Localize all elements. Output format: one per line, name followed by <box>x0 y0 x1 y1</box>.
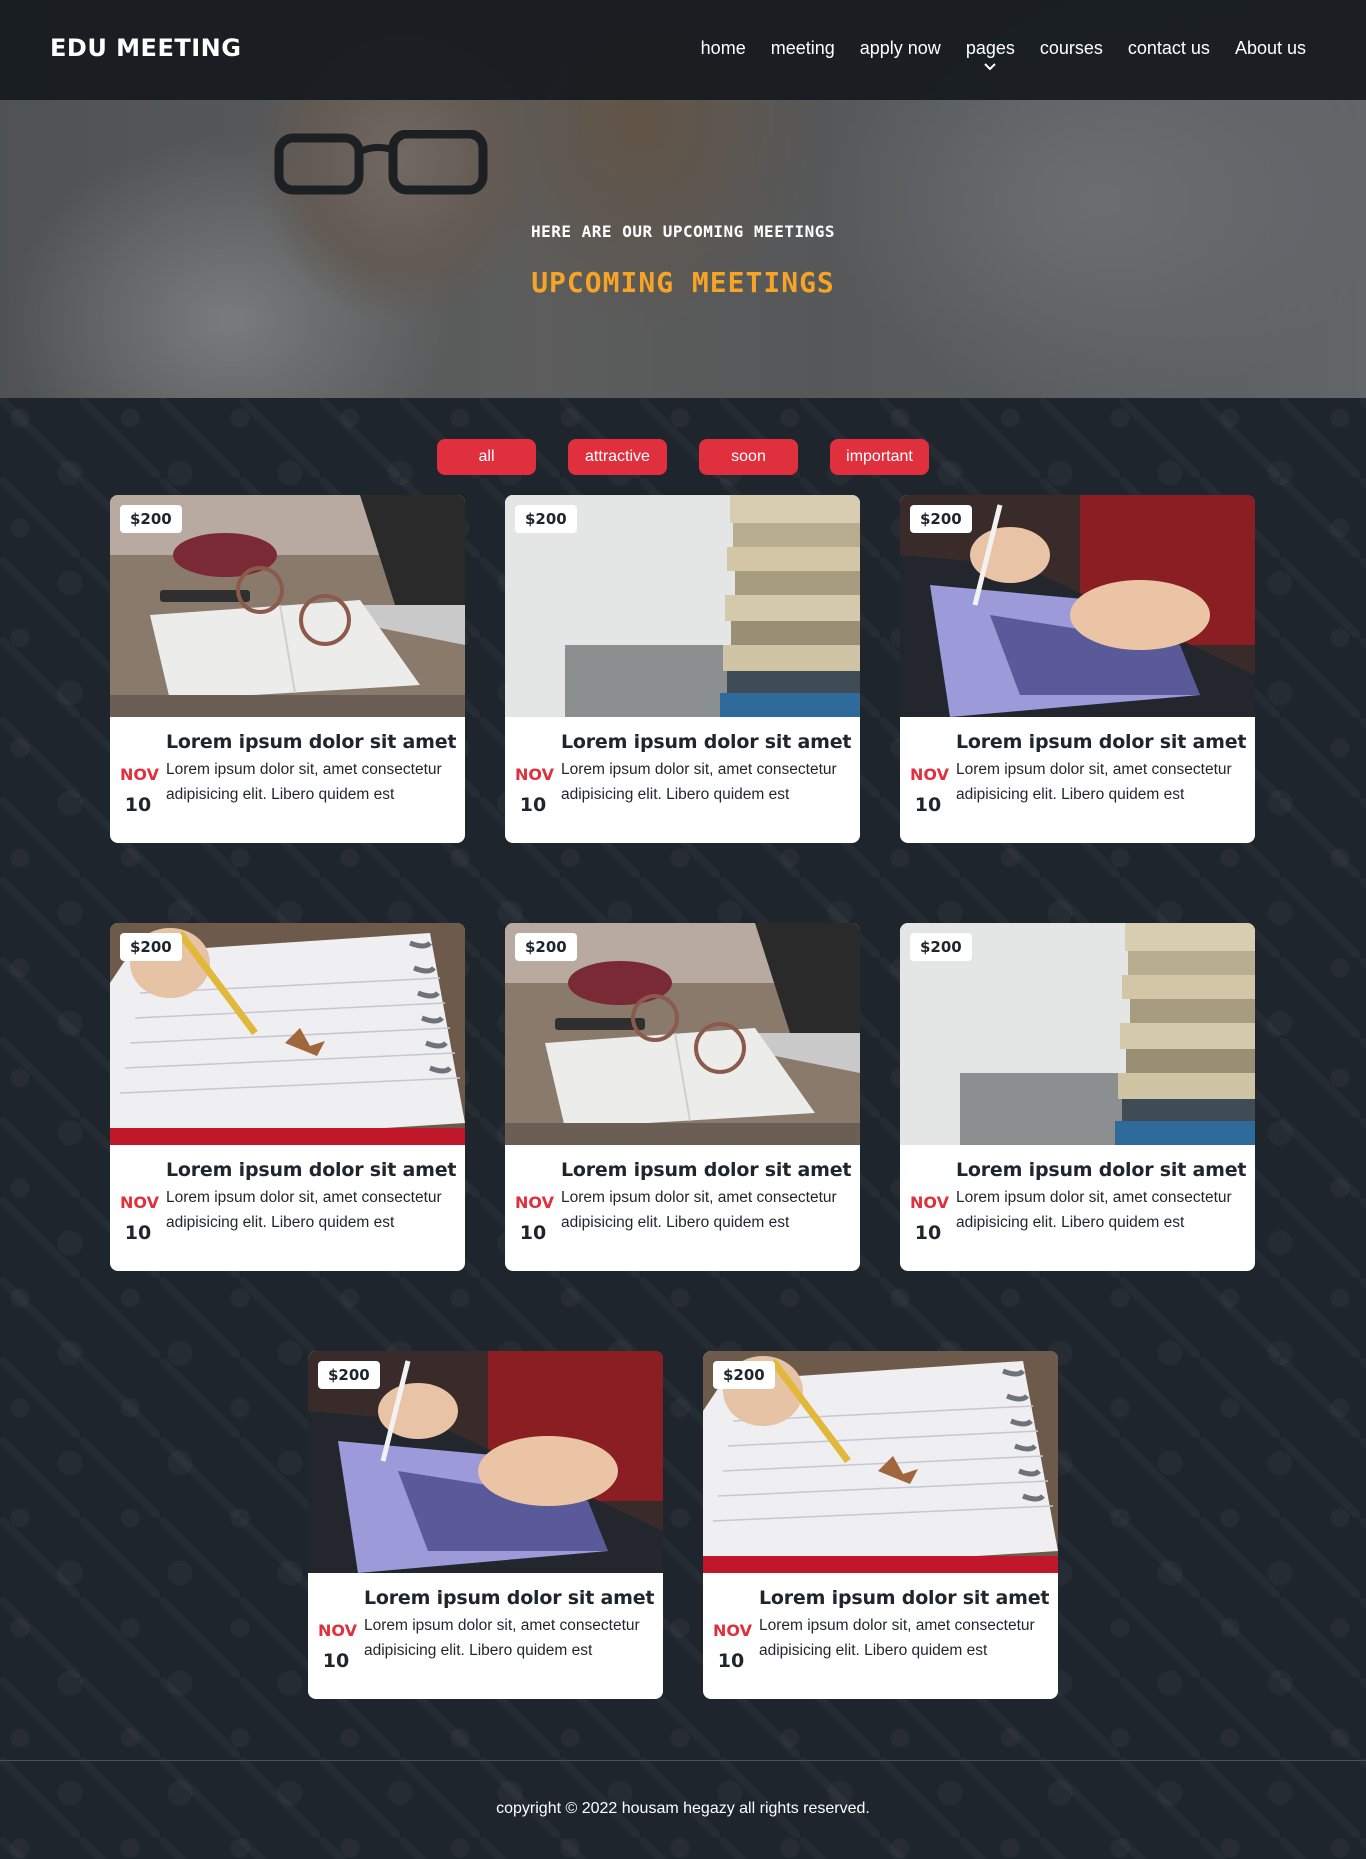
meeting-card[interactable]: $200 NOV 10 Lorem ipsum dolor sit amet Lorem… <box>703 1351 1058 1699</box>
meeting-description: Lorem ipsum dolor sit, amet consectetur … <box>561 761 837 803</box>
meeting-card[interactable]: $200 NOV 10 Lorem ipsum dolor sit amet Lorem… <box>308 1351 663 1699</box>
hero-title: UPCOMING MEETINGS <box>531 266 835 299</box>
main-nav: home meeting apply now pages courses con… <box>701 38 1306 71</box>
meeting-description: Lorem ipsum dolor sit, amet consectetur … <box>364 1617 640 1659</box>
footer-divider <box>0 1760 1366 1761</box>
meeting-month: NOV <box>713 1621 752 1640</box>
price-badge: $200 <box>713 1361 775 1389</box>
meeting-description: Lorem ipsum dolor sit, amet consectetur … <box>956 1189 1232 1231</box>
hero-subtitle: HERE ARE OUR UPCOMING MEETINGS <box>531 222 835 241</box>
meeting-date: NOV 10 <box>515 1193 554 1244</box>
meeting-title[interactable]: Lorem ipsum dolor sit amet <box>561 731 852 753</box>
meeting-month: NOV <box>318 1621 357 1640</box>
meeting-date: NOV 10 <box>318 1621 357 1672</box>
meeting-description: Lorem ipsum dolor sit, amet consectetur … <box>166 1189 442 1231</box>
meeting-card[interactable]: $200 NOV 10 Lorem ipsum dolor sit amet Lorem… <box>110 923 465 1271</box>
meeting-day: 10 <box>124 1222 152 1244</box>
filter-soon[interactable]: soon <box>699 439 798 475</box>
meeting-date: NOV 10 <box>910 765 949 816</box>
price-badge: $200 <box>515 933 577 961</box>
meeting-card[interactable]: $200 NOV 10 Lorem ipsum dolor sit amet Lorem… <box>900 495 1255 843</box>
meeting-title[interactable]: Lorem ipsum dolor sit amet <box>166 1159 457 1181</box>
meeting-description: Lorem ipsum dolor sit, amet consectetur … <box>561 1189 837 1231</box>
meeting-month: NOV <box>120 1193 159 1212</box>
meeting-month: NOV <box>910 1193 949 1212</box>
price-badge: $200 <box>515 505 577 533</box>
nav-courses[interactable]: courses <box>1040 38 1103 59</box>
filter-attractive[interactable]: attractive <box>568 439 667 475</box>
nav-home[interactable]: home <box>701 38 746 59</box>
filter-all[interactable]: all <box>437 439 536 475</box>
meeting-description: Lorem ipsum dolor sit, amet consectetur … <box>166 761 442 803</box>
meeting-title[interactable]: Lorem ipsum dolor sit amet <box>364 1587 655 1609</box>
nav-meeting[interactable]: meeting <box>771 38 835 59</box>
meeting-month: NOV <box>120 765 159 784</box>
meeting-day: 10 <box>914 1222 942 1244</box>
price-badge: $200 <box>120 505 182 533</box>
meeting-date: NOV 10 <box>120 765 159 816</box>
site-logo[interactable]: EDU MEETING <box>50 34 241 62</box>
footer-copyright: copyright © 2022 housam hegazy all right… <box>496 1800 870 1817</box>
meeting-card[interactable]: $200 NOV 10 Lorem ipsum dolor sit amet Lorem… <box>505 495 860 843</box>
price-badge: $200 <box>910 505 972 533</box>
meeting-day: 10 <box>519 794 547 816</box>
meeting-description: Lorem ipsum dolor sit, amet consectetur … <box>759 1617 1035 1659</box>
nav-pages[interactable]: pages <box>965 38 1015 71</box>
meeting-day: 10 <box>124 794 152 816</box>
filter-bar: all attractive soon important <box>0 439 1366 475</box>
price-badge: $200 <box>910 933 972 961</box>
filter-important[interactable]: important <box>830 439 929 475</box>
meeting-title[interactable]: Lorem ipsum dolor sit amet <box>956 1159 1247 1181</box>
nav-apply-now[interactable]: apply now <box>860 38 941 59</box>
nav-pages-label: pages <box>965 38 1015 58</box>
meeting-date: NOV 10 <box>910 1193 949 1244</box>
meeting-date: NOV 10 <box>120 1193 159 1244</box>
meeting-month: NOV <box>910 765 949 784</box>
nav-contact-us[interactable]: contact us <box>1128 38 1210 59</box>
meeting-description: Lorem ipsum dolor sit, amet consectetur … <box>956 761 1232 803</box>
meeting-title[interactable]: Lorem ipsum dolor sit amet <box>956 731 1247 753</box>
site-header: EDU MEETING home meeting apply now pages… <box>0 0 1366 100</box>
meeting-title[interactable]: Lorem ipsum dolor sit amet <box>759 1587 1050 1609</box>
meeting-month: NOV <box>515 1193 554 1212</box>
meeting-title[interactable]: Lorem ipsum dolor sit amet <box>561 1159 852 1181</box>
meeting-card[interactable]: $200 NOV 10 Lorem ipsum dolor sit amet Lorem… <box>110 495 465 843</box>
meeting-date: NOV 10 <box>713 1621 752 1672</box>
price-badge: $200 <box>318 1361 380 1389</box>
chevron-down-icon <box>984 63 997 71</box>
meeting-month: NOV <box>515 765 554 784</box>
meeting-day: 10 <box>914 794 942 816</box>
meeting-day: 10 <box>322 1650 350 1672</box>
meeting-day: 10 <box>717 1650 745 1672</box>
price-badge: $200 <box>120 933 182 961</box>
meeting-card[interactable]: $200 NOV 10 Lorem ipsum dolor sit amet Lorem… <box>900 923 1255 1271</box>
meeting-date: NOV 10 <box>515 765 554 816</box>
meeting-title[interactable]: Lorem ipsum dolor sit amet <box>166 731 457 753</box>
meeting-day: 10 <box>519 1222 547 1244</box>
nav-about-us[interactable]: About us <box>1235 38 1306 59</box>
meeting-card[interactable]: $200 NOV 10 Lorem ipsum dolor sit amet Lorem… <box>505 923 860 1271</box>
